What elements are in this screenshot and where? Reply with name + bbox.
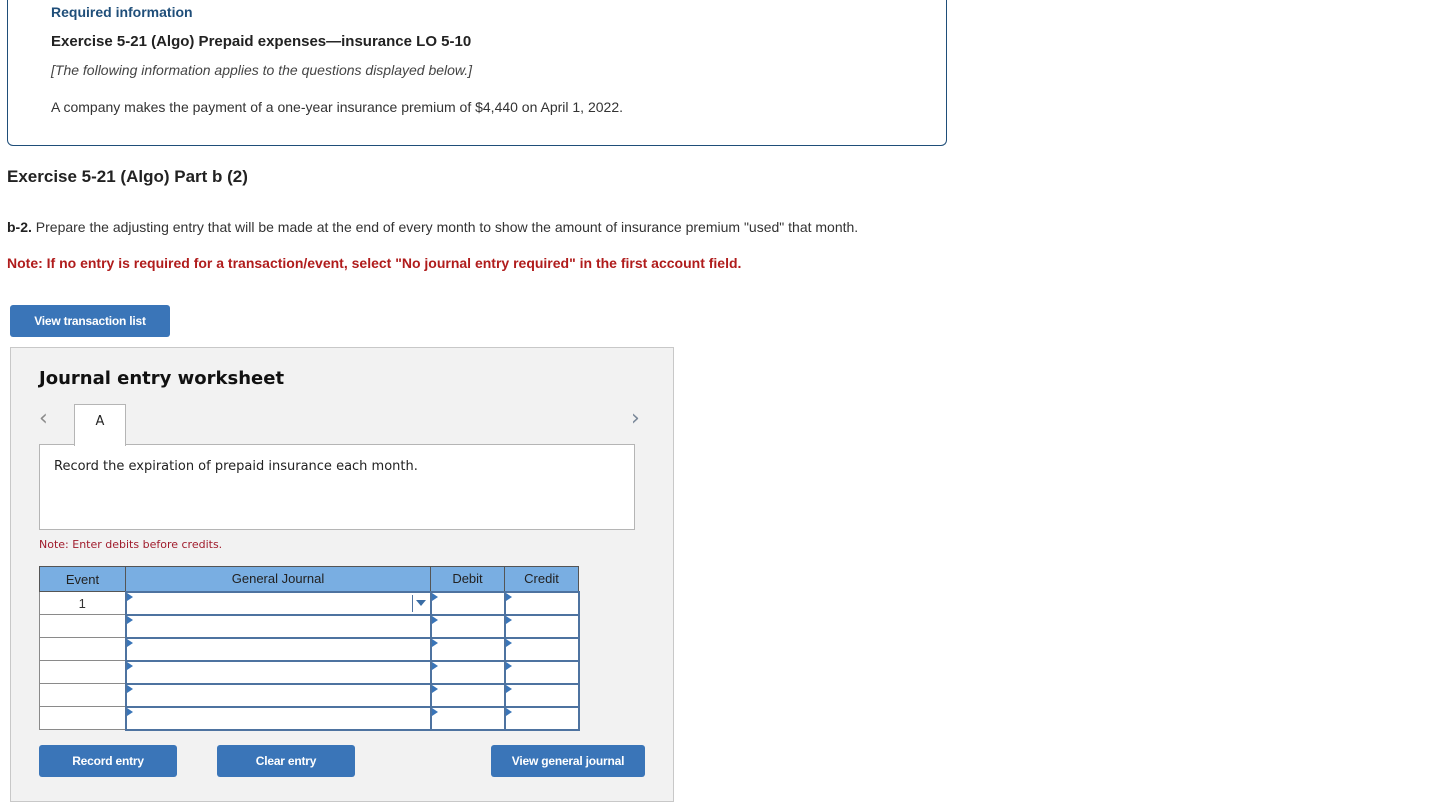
no-entry-note: Note: If no entry is required for a tran… (7, 255, 742, 271)
cell-marker-icon (431, 707, 438, 716)
account-cell (124, 590, 432, 616)
part-title: Exercise 5-21 (Algo) Part b (2) (7, 167, 248, 186)
account-select[interactable] (126, 592, 430, 614)
table-row (39, 705, 580, 731)
instruction-prefix: b-2. (7, 219, 32, 235)
cell-marker-icon (126, 707, 133, 716)
cell-marker-icon (505, 615, 512, 624)
header-general-journal: General Journal (125, 566, 431, 592)
debit-input[interactable] (431, 661, 504, 683)
cell-marker-icon (126, 592, 133, 601)
account-select[interactable] (126, 615, 430, 637)
debit-cell (429, 705, 506, 731)
credit-input[interactable] (505, 684, 578, 706)
journal-table-header: Event General Journal Debit Credit (39, 566, 579, 592)
journal-entry-worksheet: Journal entry worksheet ‹ A › Record the… (10, 347, 674, 802)
credit-cell (503, 636, 580, 662)
credit-input[interactable] (505, 707, 578, 729)
cell-marker-icon (505, 638, 512, 647)
exercise-title: Exercise 5-21 (Algo) Prepaid expenses—in… (51, 33, 472, 50)
event-cell (39, 614, 126, 638)
credit-input[interactable] (505, 592, 578, 614)
debit-input[interactable] (431, 638, 504, 660)
account-select[interactable] (126, 661, 430, 683)
debit-input[interactable] (431, 615, 504, 637)
cell-marker-icon (126, 684, 133, 693)
debit-credit-note: Note: Enter debits before credits. (39, 538, 223, 551)
table-row (39, 659, 580, 685)
instructions: b-2. Prepare the adjusting entry that wi… (7, 219, 937, 236)
debit-cell (429, 659, 506, 685)
account-cell (124, 659, 432, 685)
cell-marker-icon (505, 707, 512, 716)
view-transaction-list-button[interactable]: View transaction list (10, 305, 170, 337)
event-cell: 1 (39, 591, 126, 615)
chevron-right-icon[interactable]: › (631, 406, 640, 431)
account-select[interactable] (126, 684, 430, 706)
debit-cell (429, 636, 506, 662)
cell-marker-icon (505, 684, 512, 693)
cell-marker-icon (431, 638, 438, 647)
clear-entry-button[interactable]: Clear entry (217, 745, 355, 777)
table-row (39, 682, 580, 708)
journal-table: Event General Journal Debit Credit 1 (39, 566, 580, 731)
header-event: Event (39, 566, 126, 592)
account-cell (124, 613, 432, 639)
debit-cell (429, 590, 506, 616)
table-row: 1 (39, 590, 580, 616)
debit-cell (429, 682, 506, 708)
cell-marker-icon (431, 661, 438, 670)
account-select[interactable] (126, 707, 430, 729)
account-select[interactable] (126, 638, 430, 660)
view-general-journal-button[interactable]: View general journal (491, 745, 645, 777)
credit-cell (503, 613, 580, 639)
cell-marker-icon (126, 661, 133, 670)
cell-marker-icon (126, 638, 133, 647)
event-cell (39, 660, 126, 684)
debit-cell (429, 613, 506, 639)
transaction-description: Record the expiration of prepaid insuran… (54, 459, 418, 474)
dropdown-arrow-icon[interactable] (411, 594, 430, 612)
cell-marker-icon (126, 615, 133, 624)
transaction-description-box: Record the expiration of prepaid insuran… (39, 444, 635, 530)
record-entry-button[interactable]: Record entry (39, 745, 177, 777)
credit-cell (503, 682, 580, 708)
cell-marker-icon (431, 684, 438, 693)
credit-cell (503, 659, 580, 685)
account-cell (124, 705, 432, 731)
table-row (39, 636, 580, 662)
event-cell (39, 683, 126, 707)
required-information-box: Required information Exercise 5-21 (Algo… (7, 0, 947, 146)
debit-input[interactable] (431, 684, 504, 706)
debit-input[interactable] (431, 592, 504, 614)
tab-a[interactable]: A (74, 404, 126, 446)
cell-marker-icon (505, 592, 512, 601)
header-credit: Credit (504, 566, 579, 592)
required-information-label: Required information (51, 4, 193, 20)
account-cell (124, 636, 432, 662)
instruction-text: Prepare the adjusting entry that will be… (31, 219, 859, 235)
credit-input[interactable] (505, 661, 578, 683)
credit-cell (503, 590, 580, 616)
header-debit: Debit (430, 566, 505, 592)
cell-marker-icon (431, 592, 438, 601)
credit-input[interactable] (505, 615, 578, 637)
cell-marker-icon (505, 661, 512, 670)
debit-input[interactable] (431, 707, 504, 729)
exercise-body: A company makes the payment of a one-yea… (51, 99, 623, 115)
event-cell (39, 706, 126, 730)
exercise-intro: [The following information applies to th… (51, 62, 473, 78)
credit-cell (503, 705, 580, 731)
chevron-left-icon[interactable]: ‹ (39, 406, 48, 431)
cell-marker-icon (431, 615, 438, 624)
credit-input[interactable] (505, 638, 578, 660)
table-row (39, 613, 580, 639)
account-cell (124, 682, 432, 708)
worksheet-title: Journal entry worksheet (39, 368, 285, 389)
event-cell (39, 637, 126, 661)
